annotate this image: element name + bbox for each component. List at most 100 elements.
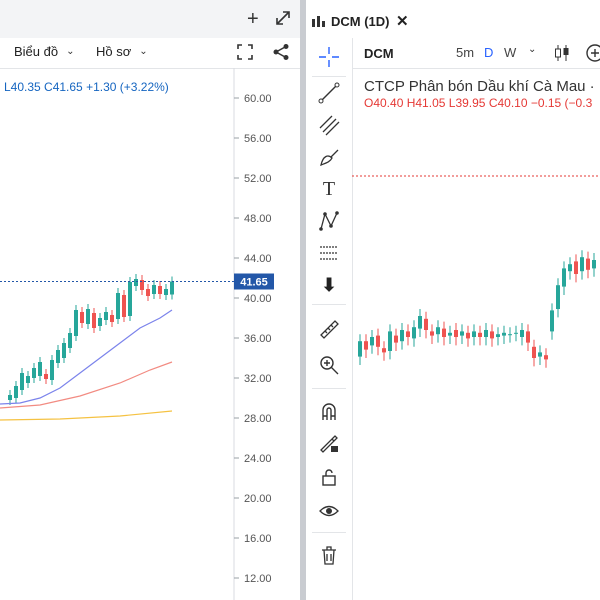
add-circle-icon[interactable] (586, 44, 600, 67)
candle (574, 261, 578, 274)
candle (538, 352, 542, 357)
candle (358, 341, 362, 357)
ohlc-open: O40.40 (364, 96, 404, 110)
ohlc-close: C40.10 (488, 96, 528, 110)
price-scale-label: 24.00 (244, 453, 272, 465)
fullscreen-icon[interactable] (236, 43, 254, 66)
interval-5m[interactable]: 5m (456, 45, 474, 60)
candle (62, 343, 66, 358)
candle (436, 327, 440, 335)
candle (454, 330, 458, 337)
candle (430, 331, 434, 336)
chevron-down-icon: ⌄ (139, 46, 148, 57)
candle (508, 334, 512, 336)
candle (376, 335, 380, 347)
eye-icon[interactable] (313, 496, 345, 526)
candle (38, 362, 42, 376)
price-scale-label: 28.00 (244, 413, 272, 425)
chart-tab-title[interactable]: DCM (1D) (331, 14, 390, 29)
price-scale-label: 16.00 (244, 533, 272, 545)
candle (116, 293, 120, 319)
chevron-down-icon: ⌄ (66, 46, 75, 57)
candle (478, 332, 482, 337)
price-scale-label: 56.00 (244, 133, 272, 145)
candle (514, 332, 518, 334)
candle (74, 310, 78, 336)
text-icon[interactable]: T (313, 174, 345, 204)
magnet-icon[interactable] (313, 396, 345, 426)
candle (20, 373, 24, 390)
price-scale-label: 44.00 (244, 253, 272, 265)
drawing-toolbar: T ⬇ (306, 38, 353, 600)
candle (394, 335, 398, 343)
right-price-chart[interactable] (352, 120, 600, 600)
candle (550, 310, 554, 332)
candle (92, 313, 96, 328)
crosshair-icon[interactable] (313, 42, 345, 72)
candle (490, 331, 494, 339)
candle (400, 330, 404, 342)
candle (418, 316, 422, 329)
price-scale-label: 12.00 (244, 573, 272, 585)
share-icon[interactable] (272, 43, 290, 66)
candle (562, 268, 566, 287)
expand-icon[interactable] (275, 10, 291, 31)
candle (98, 318, 102, 326)
candle (170, 281, 174, 295)
chart-menu-label: Biểu đồ (14, 44, 59, 59)
ruler-icon[interactable] (313, 314, 345, 344)
close-icon[interactable]: ✕ (396, 12, 409, 30)
right-ohlc-readout: O40.40 H41.05 L39.95 C40.10 −0.15 (−0.3 (364, 96, 592, 110)
candle (110, 315, 114, 322)
trendline-icon[interactable] (313, 78, 345, 108)
candle (50, 360, 54, 380)
candle (592, 260, 596, 269)
candle (406, 331, 410, 337)
unlock-icon[interactable] (313, 462, 345, 492)
price-scale-label: 32.00 (244, 373, 272, 385)
candle (556, 285, 560, 309)
price-scale-label: 52.00 (244, 173, 272, 185)
candle (8, 395, 12, 400)
candle (586, 258, 590, 270)
arrow-down-icon[interactable]: ⬇ (313, 270, 345, 300)
candle (388, 331, 392, 351)
zoom-icon[interactable] (313, 350, 345, 380)
candle (580, 257, 584, 272)
measure-lines-icon[interactable] (313, 238, 345, 268)
candle (460, 331, 464, 336)
candle (412, 327, 416, 339)
lock-draw-icon[interactable] (313, 428, 345, 458)
candle (442, 328, 446, 337)
candle (544, 355, 548, 360)
interval-w[interactable]: W (504, 45, 516, 60)
right-panel-tab-bar: DCM (1D) ✕ (306, 0, 600, 39)
candle (382, 348, 386, 353)
chart-menu-button[interactable]: Biểu đồ ⌄ (14, 44, 74, 59)
trash-icon[interactable] (313, 540, 345, 570)
candle (164, 289, 168, 295)
plus-icon[interactable]: + (247, 8, 259, 31)
candle (128, 282, 132, 316)
candle (152, 285, 156, 294)
price-scale-label: 20.00 (244, 493, 272, 505)
price-scale-label: 48.00 (244, 213, 272, 225)
price-scale-label: 40.00 (244, 293, 272, 305)
pattern-icon[interactable] (313, 206, 345, 236)
candle (56, 350, 60, 363)
candles-icon[interactable] (554, 44, 570, 67)
fib-icon[interactable] (313, 110, 345, 140)
ohlc-low: L39.95 (448, 96, 486, 110)
brush-icon[interactable] (313, 142, 345, 172)
candle (146, 289, 150, 296)
left-price-chart[interactable]: 60.00 56.00 52.00 48.00 44.00 40.00 36.00 32.00… (0, 68, 300, 600)
candle (526, 331, 530, 343)
candle (44, 374, 48, 379)
price-scale-label: 60.00 (244, 93, 272, 105)
candle (32, 368, 36, 378)
interval-d[interactable]: D (484, 45, 493, 60)
profile-menu-button[interactable]: Hồ sơ ⌄ (96, 44, 148, 59)
chevron-down-icon[interactable]: ⌄ (528, 44, 536, 55)
symbol-search[interactable]: DCM (364, 46, 394, 61)
candle (134, 279, 138, 286)
